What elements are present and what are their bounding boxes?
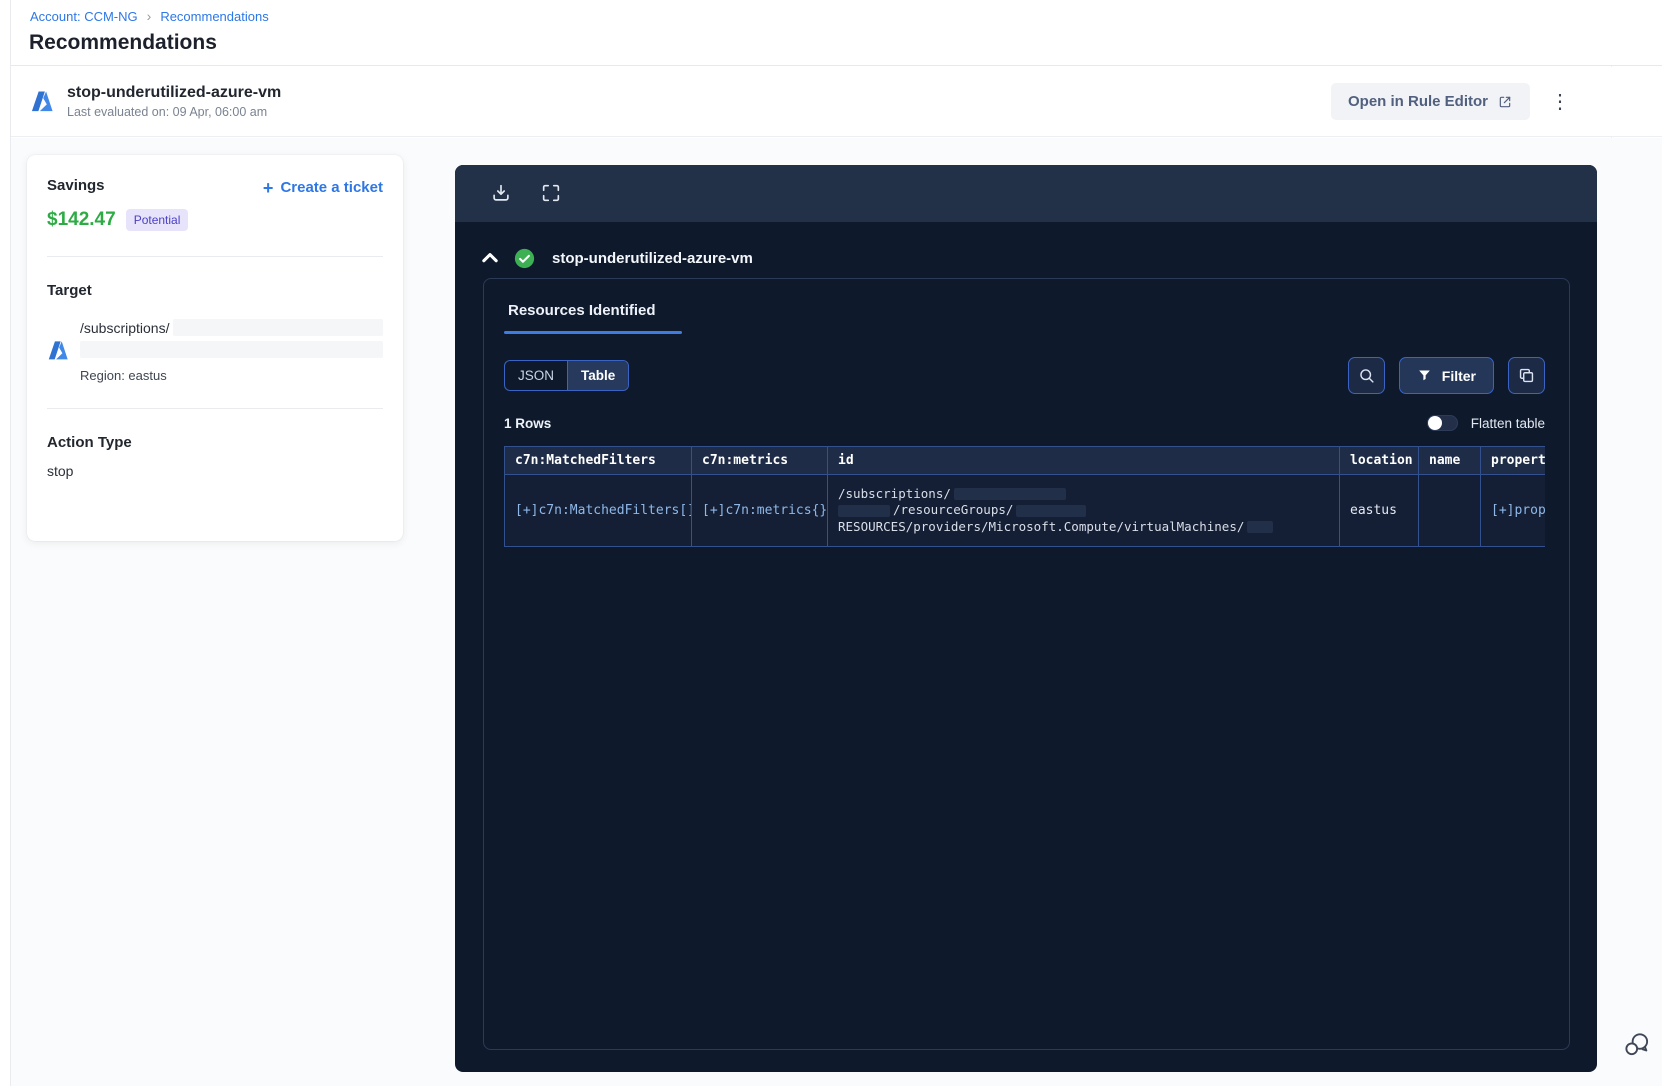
- column-header[interactable]: c7n:MatchedFilters: [504, 446, 692, 475]
- rule-output-panel: stop-underutilized-azure-vm Resources Id…: [455, 165, 1597, 1072]
- rule-header-actions: Open in Rule Editor ⋮: [1330, 83, 1576, 120]
- matched-filters-cell[interactable]: [+]c7n:MatchedFilters[]: [504, 474, 692, 547]
- external-link-icon: [1499, 96, 1511, 107]
- copy-button[interactable]: [1508, 357, 1545, 394]
- column-header[interactable]: id: [827, 446, 1340, 475]
- column-header[interactable]: c7n:metrics: [691, 446, 828, 475]
- redacted-text: [1016, 504, 1087, 517]
- flatten-control: Flatten table: [1426, 415, 1545, 431]
- target-region: Region: eastus: [80, 368, 167, 383]
- target-label: Target: [47, 282, 92, 299]
- redacted-text: [838, 504, 890, 517]
- page-title: Recommendations: [29, 31, 217, 54]
- redacted-resource-path: [80, 341, 383, 358]
- target-row: /subscriptions/ Region: eastus: [47, 319, 383, 383]
- target-path: /subscriptions/: [80, 319, 170, 336]
- panel-rule-name: stop-underutilized-azure-vm: [552, 249, 753, 267]
- chevron-up-icon: [482, 253, 498, 263]
- savings-amount-row: $142.47 Potential: [47, 209, 383, 231]
- id-line-3: RESOURCES/providers/Microsoft.Compute/vi…: [838, 518, 1245, 534]
- metrics-cell[interactable]: [+]c7n:metrics{}: [691, 474, 828, 547]
- azure-icon-small: [47, 340, 69, 362]
- plus-icon: +: [262, 177, 274, 198]
- resources-card: Resources Identified JSON Table Filter 1…: [483, 278, 1570, 1050]
- download-icon: [493, 184, 509, 201]
- column-header[interactable]: propert: [1480, 446, 1545, 475]
- open-rule-editor-label: Open in Rule Editor: [1347, 93, 1488, 110]
- location-cell: eastus: [1339, 474, 1419, 547]
- fullscreen-button[interactable]: [539, 182, 563, 206]
- json-view-button[interactable]: JSON: [505, 361, 567, 390]
- breadcrumb: Account: CCM-NG › Recommendations: [30, 9, 1662, 24]
- savings-amount: $142.47: [47, 209, 116, 230]
- target-text: /subscriptions/ Region: eastus: [80, 319, 383, 383]
- table-actions: Filter: [1347, 357, 1545, 394]
- rule-header: stop-underutilized-azure-vm Last evaluat…: [11, 67, 1662, 137]
- last-evaluated-text: Last evaluated on: 09 Apr, 06:00 am: [67, 105, 268, 119]
- filter-button[interactable]: Filter: [1398, 357, 1494, 394]
- tabs-row: Resources Identified: [484, 279, 1569, 334]
- resources-table: c7n:MatchedFilters c7n:metrics id locati…: [504, 446, 1545, 547]
- fullscreen-icon: [542, 184, 560, 201]
- download-button[interactable]: [489, 182, 513, 206]
- divider: [47, 408, 383, 409]
- column-header[interactable]: name: [1418, 446, 1481, 475]
- column-header[interactable]: location: [1339, 446, 1419, 475]
- collapse-button[interactable]: [479, 247, 501, 269]
- table-view-button[interactable]: Table: [567, 361, 629, 390]
- savings-label: Savings: [47, 177, 105, 194]
- recommendation-details-card: Savings + Create a ticket $142.47 Potent…: [27, 155, 403, 541]
- flatten-label: Flatten table: [1470, 415, 1545, 431]
- filter-icon: [1418, 370, 1430, 381]
- flatten-toggle[interactable]: [1426, 415, 1458, 431]
- divider: [47, 256, 383, 257]
- breadcrumb-account-link[interactable]: Account: CCM-NG: [30, 9, 138, 24]
- tab-resources-identified[interactable]: Resources Identified: [504, 302, 682, 334]
- view-mode-toggle: JSON Table: [504, 360, 630, 391]
- top-header: Account: CCM-NG › Recommendations Recomm…: [11, 0, 1662, 66]
- copy-icon: [1519, 368, 1534, 383]
- tab-label: Resources Identified: [508, 302, 656, 319]
- table-header-row: c7n:MatchedFilters c7n:metrics id locati…: [504, 446, 1545, 475]
- chat-help-button[interactable]: [1619, 1028, 1655, 1064]
- rule-title-block: stop-underutilized-azure-vm Last evaluat…: [67, 84, 281, 119]
- filter-label: Filter: [1441, 367, 1476, 384]
- rule-name: stop-underutilized-azure-vm: [67, 84, 282, 101]
- rows-count: 1 Rows: [504, 415, 552, 431]
- search-button[interactable]: [1347, 357, 1385, 394]
- properties-cell[interactable]: [+]prop: [1480, 474, 1545, 547]
- id-line-2: /resourceGroups/: [893, 502, 1014, 518]
- open-rule-editor-button[interactable]: Open in Rule Editor: [1330, 83, 1530, 120]
- chat-icon: [1625, 1032, 1649, 1055]
- id-line-1: /subscriptions/: [838, 485, 951, 501]
- action-type-label: Action Type: [47, 434, 132, 451]
- recommendations-page: Account: CCM-NG › Recommendations Recomm…: [0, 0, 1662, 1086]
- redacted-text: [1247, 521, 1274, 533]
- potential-badge: Potential: [125, 209, 189, 231]
- create-ticket-link[interactable]: + Create a ticket: [262, 177, 383, 198]
- table-row: [+]c7n:MatchedFilters[] [+]c7n:metrics{}…: [504, 474, 1545, 547]
- rule-result-header: stop-underutilized-azure-vm: [479, 247, 1597, 269]
- search-icon: [1360, 369, 1374, 383]
- more-options-button[interactable]: ⋮: [1544, 90, 1576, 114]
- action-type-value: stop: [47, 463, 74, 479]
- resources-table-wrap: c7n:MatchedFilters c7n:metrics id locati…: [504, 446, 1545, 547]
- savings-row: Savings + Create a ticket: [47, 177, 383, 198]
- create-ticket-label: Create a ticket: [280, 179, 383, 196]
- redacted-text: [953, 488, 1066, 500]
- controls-row: JSON Table Filter: [504, 357, 1545, 394]
- id-cell: /subscriptions/ /resourceGroups/ RESOURC…: [827, 474, 1340, 547]
- panel-toolbar: [455, 165, 1597, 222]
- azure-icon: [30, 90, 54, 114]
- success-check-icon: [514, 248, 535, 269]
- redacted-subscription-id: [173, 319, 383, 336]
- rows-info-row: 1 Rows Flatten table: [504, 415, 1545, 431]
- name-cell: [1418, 474, 1481, 547]
- toggle-knob: [1427, 416, 1442, 430]
- breadcrumb-chevron-icon: ›: [146, 8, 152, 24]
- breadcrumb-recommendations-link[interactable]: Recommendations: [160, 9, 268, 24]
